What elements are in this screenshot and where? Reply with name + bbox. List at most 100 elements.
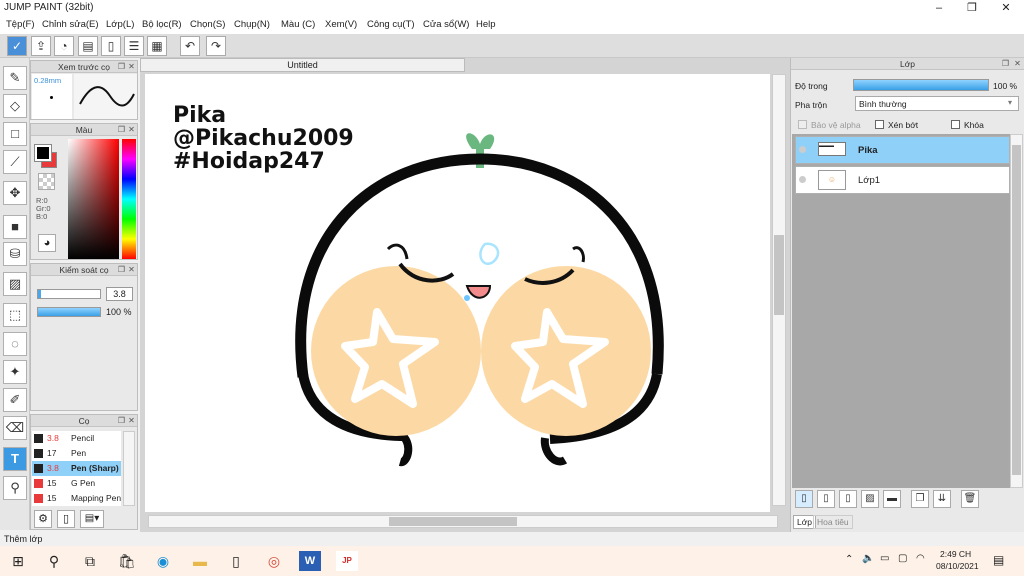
menu-help[interactable]: Help bbox=[476, 19, 496, 30]
chevron-up-icon[interactable]: ⌃ bbox=[845, 554, 853, 565]
clock-time[interactable]: 2:49 CH bbox=[940, 549, 971, 559]
close-icon[interactable]: ✕ bbox=[127, 62, 136, 71]
menu-layer[interactable]: Lớp(L) bbox=[106, 19, 134, 30]
close-icon[interactable]: ✕ bbox=[127, 125, 136, 134]
gradient-tool-icon[interactable]: ▨ bbox=[3, 272, 27, 296]
tab-untitled[interactable]: Untitled bbox=[140, 58, 465, 72]
float-icon[interactable]: ❐ bbox=[1001, 59, 1010, 68]
layer-row-pika[interactable]: ▬▬▬ Pika bbox=[795, 136, 1010, 164]
menu-tools[interactable]: Công cụ(T) bbox=[367, 19, 415, 30]
visibility-icon[interactable] bbox=[799, 146, 806, 153]
page-icon[interactable]: ▯ bbox=[101, 36, 121, 56]
scroll-thumb[interactable] bbox=[1012, 145, 1021, 475]
undo-icon[interactable]: ↶ bbox=[180, 36, 200, 56]
new-layer-icon[interactable]: ▯ bbox=[795, 490, 813, 508]
store-icon[interactable]: 🛍 bbox=[116, 551, 138, 571]
float-icon[interactable]: ❐ bbox=[117, 265, 126, 274]
comic-mode-icon[interactable]: ✓ bbox=[7, 36, 27, 56]
duplicate-layer-icon[interactable]: ❐ bbox=[911, 490, 929, 508]
battery-icon[interactable]: ▭ bbox=[880, 553, 889, 564]
brush-list-scrollbar[interactable] bbox=[123, 431, 135, 506]
minimize-button[interactable]: – bbox=[922, 0, 956, 16]
page-list-icon[interactable]: ☰ bbox=[124, 36, 144, 56]
canvas-horizontal-scrollbar[interactable] bbox=[148, 515, 778, 528]
wifi-icon[interactable]: ◠ bbox=[916, 553, 925, 564]
text-box-icon[interactable]: ▤ bbox=[78, 36, 98, 56]
layer-list-scrollbar[interactable] bbox=[1010, 134, 1023, 488]
scroll-thumb[interactable] bbox=[389, 517, 517, 526]
text-tool-icon[interactable]: T bbox=[3, 447, 27, 471]
protect-alpha-checkbox[interactable] bbox=[798, 120, 807, 129]
float-icon[interactable]: ❐ bbox=[117, 125, 126, 134]
chrome-icon[interactable]: ◎ bbox=[263, 551, 285, 571]
fill-rect-tool-icon[interactable]: ■ bbox=[3, 215, 27, 239]
magic-wand-icon[interactable]: ✦ bbox=[3, 360, 27, 384]
hue-slider[interactable] bbox=[122, 139, 136, 259]
brush-tool-icon[interactable]: ✎ bbox=[3, 66, 27, 90]
lasso-select-icon[interactable]: ◌ bbox=[3, 332, 27, 356]
eyedropper-tool-icon[interactable]: ⚲ bbox=[3, 476, 27, 500]
export-icon[interactable]: ⇪ bbox=[31, 36, 51, 56]
new-folder-icon[interactable]: ▬ bbox=[883, 490, 901, 508]
brush-size-input[interactable]: 3.8 bbox=[106, 287, 133, 301]
shape-tool-icon[interactable]: □ bbox=[3, 122, 27, 146]
menu-view[interactable]: Xem(V) bbox=[325, 19, 357, 30]
device-icon[interactable]: ▢ bbox=[898, 553, 907, 564]
lock-checkbox[interactable] bbox=[951, 120, 960, 129]
scroll-thumb[interactable] bbox=[774, 235, 784, 315]
folder-icon[interactable]: ▬ bbox=[189, 551, 211, 571]
move-tool-icon[interactable]: ✥ bbox=[3, 181, 27, 205]
color-picker-field[interactable] bbox=[68, 139, 119, 259]
menu-file[interactable]: Tệp(F) bbox=[6, 19, 35, 30]
brush-item-g-pen[interactable]: 15 G Pen bbox=[32, 476, 121, 491]
brush-size-slider[interactable] bbox=[37, 289, 101, 299]
new-tone-layer-icon[interactable]: ▨ bbox=[861, 490, 879, 508]
brush-opacity-slider[interactable] bbox=[37, 307, 101, 317]
maximize-button[interactable]: ❐ bbox=[955, 0, 989, 16]
windows-icon[interactable]: ⊞ bbox=[7, 551, 29, 571]
rect-select-icon[interactable]: ⬚ bbox=[3, 303, 27, 327]
brush-item-pencil[interactable]: 3.8 Pencil bbox=[32, 431, 121, 446]
word-icon[interactable]: W bbox=[299, 551, 321, 571]
menu-color[interactable]: Màu (C) bbox=[281, 19, 315, 30]
menu-edit[interactable]: Chỉnh sửa(E) bbox=[42, 19, 99, 30]
tab-navigator[interactable]: Hoa tiêu bbox=[813, 515, 853, 529]
brush-item-pen-sharp[interactable]: 3.8 Pen (Sharp) bbox=[32, 461, 121, 476]
close-icon[interactable]: ✕ bbox=[127, 416, 136, 425]
brush-settings-icon[interactable]: ⚙ bbox=[34, 510, 52, 528]
close-button[interactable]: ✕ bbox=[989, 0, 1023, 16]
edge-icon[interactable]: ◉ bbox=[152, 551, 174, 571]
transparent-swatch[interactable] bbox=[38, 173, 55, 190]
redo-icon[interactable]: ↷ bbox=[206, 36, 226, 56]
new-brush-icon[interactable]: ▯ bbox=[57, 510, 75, 528]
brush-item-mapping-pen[interactable]: 15 Mapping Pen bbox=[32, 491, 121, 506]
merge-layer-icon[interactable]: ⇊ bbox=[933, 490, 951, 508]
task-view-icon[interactable]: ⧉ bbox=[79, 551, 101, 571]
canvas-vertical-scrollbar[interactable] bbox=[772, 74, 786, 506]
float-icon[interactable]: ❐ bbox=[117, 416, 126, 425]
brush-item-pen[interactable]: 17 Pen bbox=[32, 446, 121, 461]
new-text-layer-icon[interactable]: ▯ bbox=[839, 490, 857, 508]
blend-mode-select[interactable]: Bình thường ▾ bbox=[855, 96, 1019, 111]
menu-capture[interactable]: Chụp(N) bbox=[234, 19, 270, 30]
menu-window[interactable]: Cửa sổ(W) bbox=[423, 19, 469, 30]
palette-icon[interactable]: ◕ bbox=[38, 234, 56, 252]
eraser-tool-icon[interactable]: ◇ bbox=[3, 94, 27, 118]
new-vector-layer-icon[interactable]: ▯ bbox=[817, 490, 835, 508]
drawing-canvas[interactable]: Pika @Pikachu2009 #Hoidap247 bbox=[145, 74, 770, 512]
menu-select[interactable]: Chọn(S) bbox=[190, 19, 225, 30]
clock-date[interactable]: 08/10/2021 bbox=[936, 561, 979, 571]
select-pen-icon[interactable]: ✐ bbox=[3, 388, 27, 412]
close-icon[interactable]: ✕ bbox=[127, 265, 136, 274]
layer-row-lop1[interactable]: ☺ Lớp1 bbox=[795, 166, 1010, 194]
visibility-icon[interactable] bbox=[799, 176, 806, 183]
bucket-tool-icon[interactable]: ⛁ bbox=[3, 242, 27, 266]
page-settings-icon[interactable]: ▦ bbox=[147, 36, 167, 56]
delete-layer-icon[interactable]: 🗑 bbox=[961, 490, 979, 508]
speech-bubble-icon[interactable]: ◔ bbox=[54, 36, 74, 56]
foreground-color-swatch[interactable] bbox=[34, 144, 52, 162]
float-icon[interactable]: ❐ bbox=[117, 62, 126, 71]
jump-paint-icon[interactable]: JP bbox=[336, 551, 358, 571]
layer-opacity-slider[interactable] bbox=[853, 79, 989, 91]
brush-menu-icon[interactable]: ▤▾ bbox=[80, 510, 104, 528]
